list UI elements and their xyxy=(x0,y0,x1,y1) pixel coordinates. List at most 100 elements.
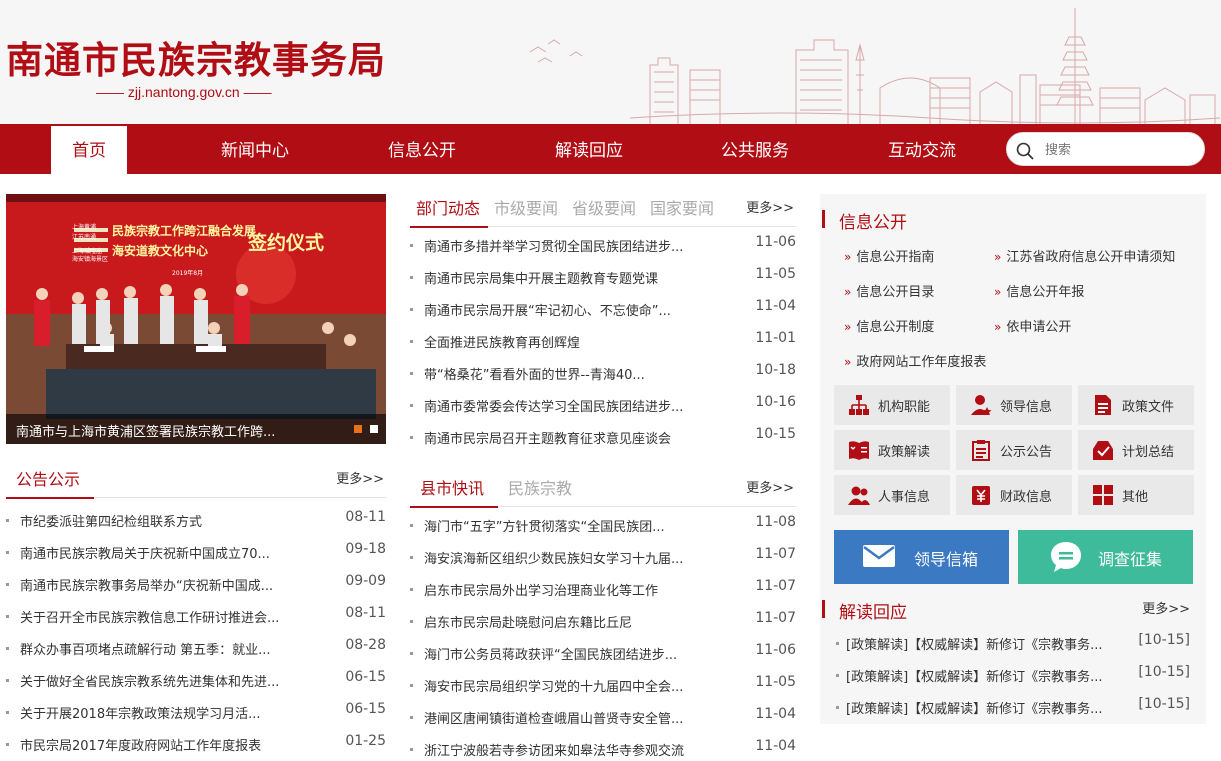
list-item-title[interactable]: 市纪委派驻第四纪检组联系方式 xyxy=(20,511,202,530)
list-item[interactable]: 南通市民宗局召开主题教育征求意见座谈会 10-15 xyxy=(410,426,796,448)
site-title[interactable]: 南通市民族宗教事务局 xyxy=(6,30,386,84)
list-item[interactable]: 南通市民族宗教局关于庆祝新中国成立70... 09-18 xyxy=(6,541,386,563)
tab-ethnic-religion[interactable]: 民族宗教 xyxy=(508,475,572,499)
list-item[interactable]: 启东市民宗局赴晓慰问启东籍比丘尼 11-07 xyxy=(410,610,796,632)
list-item[interactable]: [政策解读]【权威解读】新修订《宗教事务... [10-15] xyxy=(836,664,1190,686)
list-item[interactable]: 港闸区唐闸镇街道检查峨眉山普贤寺安全管... 11-04 xyxy=(410,706,796,728)
info-link-on-request[interactable]: » 依申请公开 xyxy=(994,316,1071,335)
info-tile[interactable]: 计划总结 xyxy=(1078,430,1194,470)
inbox-check-icon xyxy=(1093,441,1113,460)
survey-button[interactable]: 调查征集 xyxy=(1018,530,1193,584)
slide-caption[interactable]: 南通市与上海市黄浦区签署民族宗教工作跨... xyxy=(16,421,275,440)
info-tile[interactable]: 其他 xyxy=(1078,475,1194,515)
tab-dept-news[interactable]: 部门动态 xyxy=(416,195,480,219)
list-item-title[interactable]: 海门市公务员蒋政获评“全国民族团结进步... xyxy=(424,644,677,663)
list-item[interactable]: [政策解读]【权威解读】新修订《宗教事务... [10-15] xyxy=(836,632,1190,654)
nav-info-public[interactable]: 信息公开 xyxy=(372,124,472,174)
list-item[interactable]: [政策解读]【权威解读】新修订《宗教事务... [10-15] xyxy=(836,696,1190,718)
list-item[interactable]: 海安滨海新区组织少数民族妇女学习十九届... 11-07 xyxy=(410,546,796,568)
list-item-title[interactable]: 关于做好全省民族宗教系统先进集体和先进... xyxy=(20,671,279,690)
list-item[interactable]: 关于召开全市民族宗教信息工作研讨推进会... 08-11 xyxy=(6,605,386,627)
list-item-title[interactable]: [政策解读]【权威解读】新修订《宗教事务... xyxy=(846,666,1103,685)
info-link-web-report[interactable]: » 政府网站工作年度报表 xyxy=(844,351,986,370)
list-item-title[interactable]: 关于召开全市民族宗教信息工作研讨推进会... xyxy=(20,607,279,626)
photo-slideshow[interactable]: 上海黄浦 江苏南通 民族宗教工作跨江融合发展 上海城隍庙 海安镇海景区 海安道教… xyxy=(6,194,386,444)
info-tile[interactable]: 财政信息 xyxy=(956,475,1072,515)
list-item[interactable]: 关于做好全省民族宗教系统先进集体和先进... 06-15 xyxy=(6,669,386,691)
list-item-date: 11-06 xyxy=(755,642,796,658)
list-item[interactable]: 浙江宁波般若寺参访团来如皋法华寺参观交流 11-04 xyxy=(410,738,796,760)
list-item-title[interactable]: 南通市民宗局集中开展主题教育专题党课 xyxy=(424,268,658,287)
info-tile[interactable]: 人事信息 xyxy=(834,475,950,515)
tab-notice[interactable]: 公告公示 xyxy=(16,466,80,490)
list-item-title[interactable]: [政策解读]【权威解读】新修订《宗教事务... xyxy=(846,698,1103,717)
list-item[interactable]: 南通市民宗局开展“牢记初心、不忘使命”... 11-04 xyxy=(410,298,796,320)
slide-dot-2[interactable] xyxy=(370,425,378,433)
list-item[interactable]: 海安市民宗局组织学习党的十九届四中全会... 11-05 xyxy=(410,674,796,696)
list-item-title[interactable]: 南通市委常委会传达学习全国民族团结进步... xyxy=(424,396,683,415)
list-item[interactable]: 启东市民宗局外出学习治理商业化等工作 11-07 xyxy=(410,578,796,600)
list-item[interactable]: 南通市民宗局集中开展主题教育专题党课 11-05 xyxy=(410,266,796,288)
info-tile[interactable]: 政策解读 xyxy=(834,430,950,470)
info-link-system[interactable]: » 信息公开制度 xyxy=(844,316,934,335)
list-item-title[interactable]: 港闸区唐闸镇街道检查峨眉山普贤寺安全管... xyxy=(424,708,683,727)
list-item[interactable]: 南通市委常委会传达学习全国民族团结进步... 10-16 xyxy=(410,394,796,416)
list-item-title[interactable]: 南通市民族宗教局关于庆祝新中国成立70... xyxy=(20,543,270,562)
list-item[interactable]: 市纪委派驻第四纪检组联系方式 08-11 xyxy=(6,509,386,531)
list-item-title[interactable]: 海门市“五字”方针贯彻落实“全国民族团... xyxy=(424,516,665,535)
interpret-title[interactable]: 解读回应 xyxy=(839,598,907,623)
list-item-title[interactable]: [政策解读]【权威解读】新修订《宗教事务... xyxy=(846,634,1103,653)
search-input[interactable] xyxy=(1045,140,1195,160)
list-item-title[interactable]: 海安市民宗局组织学习党的十九届四中全会... xyxy=(424,676,683,695)
info-link-annual-report[interactable]: » 信息公开年报 xyxy=(994,281,1084,300)
info-link-apply-notice[interactable]: » 江苏省政府信息公开申请须知 xyxy=(994,246,1175,265)
info-link-catalog[interactable]: » 信息公开目录 xyxy=(844,281,934,300)
list-item[interactable]: 海门市“五字”方针贯彻落实“全国民族团... 11-08 xyxy=(410,514,796,536)
bullet-dot xyxy=(410,340,413,343)
list-item-title[interactable]: 海安滨海新区组织少数民族妇女学习十九届... xyxy=(424,548,683,567)
interpret-more-link[interactable]: 更多>> xyxy=(1142,598,1190,617)
nav-home[interactable]: 首页 xyxy=(51,126,127,174)
list-item-title[interactable]: 南通市民宗局开展“牢记初心、不忘使命”... xyxy=(424,300,671,319)
nav-news-center[interactable]: 新闻中心 xyxy=(205,124,305,174)
list-item[interactable]: 海门市公务员蒋政获评“全国民族团结进步... 11-06 xyxy=(410,642,796,664)
list-item-title[interactable]: 市民宗局2017年度政府网站工作年度报表 xyxy=(20,735,261,754)
info-tile[interactable]: 机构职能 xyxy=(834,385,950,425)
list-item-title[interactable]: 全面推进民族教育再创辉煌 xyxy=(424,332,580,351)
info-tile[interactable]: 政策文件 xyxy=(1078,385,1194,425)
list-item-title[interactable]: 关于开展2018年宗教政策法规学习月活... xyxy=(20,703,260,722)
tab-national-news[interactable]: 国家要闻 xyxy=(650,195,714,219)
list-item[interactable]: 群众办事百项堵点疏解行动 第五季：就业... 08-28 xyxy=(6,637,386,659)
list-item-title[interactable]: 南通市民宗局召开主题教育征求意见座谈会 xyxy=(424,428,671,447)
nav-interpret[interactable]: 解读回应 xyxy=(539,124,639,174)
nav-interaction[interactable]: 互动交流 xyxy=(872,124,972,174)
list-item-title[interactable]: 群众办事百项堵点疏解行动 第五季：就业... xyxy=(20,639,271,658)
tab-province-news[interactable]: 省级要闻 xyxy=(572,195,636,219)
news-top-more-link[interactable]: 更多>> xyxy=(746,197,794,216)
list-item-title[interactable]: 带“格桑花”看看外面的世界--青海40... xyxy=(424,364,645,383)
list-item[interactable]: 关于开展2018年宗教政策法规学习月活... 06-15 xyxy=(6,701,386,723)
info-public-title[interactable]: 信息公开 xyxy=(839,208,907,233)
tab-city-news[interactable]: 市级要闻 xyxy=(494,195,558,219)
leader-mailbox-button[interactable]: 领导信箱 xyxy=(834,530,1009,584)
info-tile[interactable]: 领导信息 xyxy=(956,385,1072,425)
list-item[interactable]: 带“格桑花”看看外面的世界--青海40... 10-18 xyxy=(410,362,796,384)
list-item-title[interactable]: 启东市民宗局外出学习治理商业化等工作 xyxy=(424,580,658,599)
news-bottom-more-link[interactable]: 更多>> xyxy=(746,477,794,496)
list-item[interactable]: 全面推进民族教育再创辉煌 11-01 xyxy=(410,330,796,352)
list-item-title[interactable]: 浙江宁波般若寺参访团来如皋法华寺参观交流 xyxy=(424,740,684,759)
list-item-title[interactable]: 南通市多措并举学习贯彻全国民族团结进步... xyxy=(424,236,683,255)
nav-public-service[interactable]: 公共服务 xyxy=(705,124,805,174)
list-item[interactable]: 南通市民族宗教事务局举办“庆祝新中国成... 09-09 xyxy=(6,573,386,595)
list-item-title[interactable]: 启东市民宗局赴晓慰问启东籍比丘尼 xyxy=(424,612,632,631)
search-icon[interactable] xyxy=(1015,141,1035,161)
list-item[interactable]: 南通市多措并举学习贯彻全国民族团结进步... 11-06 xyxy=(410,234,796,256)
slide-dot-1[interactable] xyxy=(354,425,362,433)
bullet-dot xyxy=(6,519,9,522)
tab-county-news[interactable]: 县市快讯 xyxy=(420,475,484,499)
notice-more-link[interactable]: 更多>> xyxy=(336,468,384,487)
info-tile[interactable]: 公示公告 xyxy=(956,430,1072,470)
info-link-guide[interactable]: » 信息公开指南 xyxy=(844,246,934,265)
list-item[interactable]: 市民宗局2017年度政府网站工作年度报表 01-25 xyxy=(6,733,386,755)
list-item-title[interactable]: 南通市民族宗教事务局举办“庆祝新中国成... xyxy=(20,575,273,594)
